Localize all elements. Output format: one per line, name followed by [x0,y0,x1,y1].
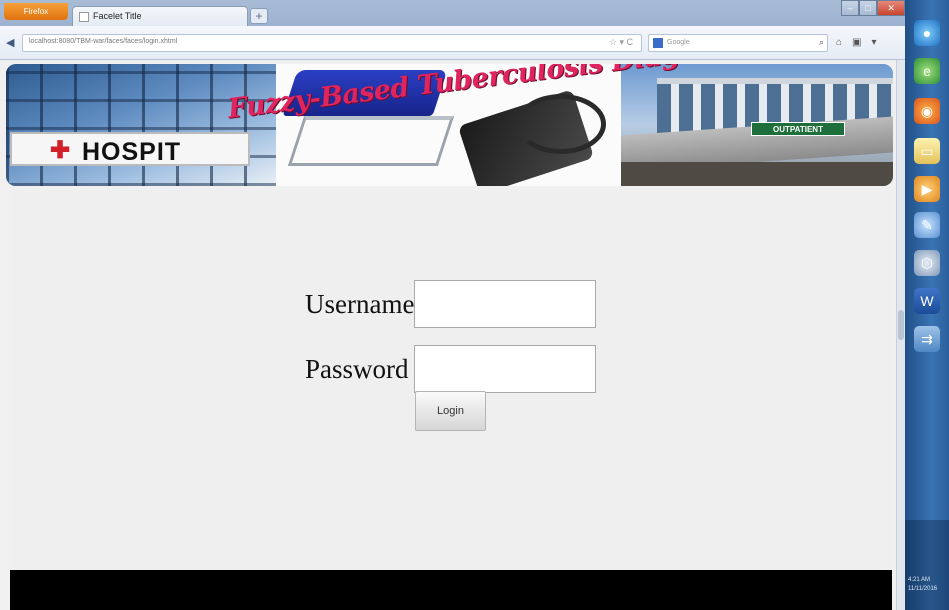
login-button[interactable]: Login [415,391,486,431]
vertical-scrollbar[interactable] [896,60,905,610]
search-placeholder: Google [667,39,690,46]
bookmarks-icon[interactable]: ▣ [852,37,861,48]
firefox-menu-button[interactable]: Firefox [4,3,68,20]
windows-taskbar: ● e ◉ ▭ ▶ ✎ ⬡ W ⇉ 4:21 AM 11/11/2016 [905,0,949,610]
hospital-sign: ✚ HOSPIT [10,132,250,166]
toolbar-icons: ⌂ ▣ ▾ [836,37,877,48]
word-icon[interactable]: W [914,288,940,314]
media-player-icon[interactable]: ▶ [914,176,940,202]
browser-window: Firefox Facelet Title + – □ ✕ ◀ localhos… [0,0,905,610]
header-banner: ✚ HOSPIT OUTPATIENT Fuzzy-Based Tubercul… [6,64,893,186]
bookmark-star-icon[interactable]: ☆ ▾ C [609,37,633,48]
close-button[interactable]: ✕ [877,0,905,16]
clock[interactable]: 4:21 AM 11/11/2016 [908,576,937,594]
web-page: ✚ HOSPIT OUTPATIENT Fuzzy-Based Tubercul… [0,60,905,610]
ie-icon[interactable]: e [914,58,940,84]
paint-icon[interactable]: ✎ [914,212,940,238]
back-arrow-icon[interactable]: ◀ [6,36,14,49]
red-cross-icon: ✚ [50,137,71,164]
password-row: Password [305,345,596,393]
folder-icon[interactable]: ▭ [914,138,940,164]
chrome-icon[interactable]: ● [914,20,940,46]
page-footer [10,570,892,610]
url-text: localhost:8080/TBM-war/faces/faces/login… [29,38,178,45]
search-engine-icon[interactable] [653,38,663,48]
tab-facelet-title[interactable]: Facelet Title [72,6,248,26]
netbeans-icon[interactable]: ⬡ [914,250,940,276]
new-tab-button[interactable]: + [250,8,268,24]
login-panel: Username Password Login [10,190,892,570]
search-bar[interactable]: Google ⌕ [648,34,828,52]
maximize-button[interactable]: □ [859,0,878,16]
tab-title: Facelet Title [93,11,142,21]
address-bar[interactable]: localhost:8080/TBM-war/faces/faces/login… [22,34,642,52]
hospital-sign-text: HOSPIT [82,138,182,166]
navigation-bar: ◀ localhost:8080/TBM-war/faces/faces/log… [0,26,905,60]
page-icon [79,12,89,22]
minimize-button[interactable]: – [841,0,860,16]
firefox-icon[interactable]: ◉ [914,98,940,124]
remote-desktop-icon[interactable]: ⇉ [914,326,940,352]
clock-time: 4:21 AM [908,577,931,583]
scrollbar-thumb[interactable] [898,310,904,340]
username-row: Username [305,280,597,328]
password-label: Password [305,353,409,384]
menu-icon[interactable]: ▾ [872,37,877,48]
system-tray: 4:21 AM 11/11/2016 [905,520,949,610]
tab-strip: Firefox Facelet Title + – □ ✕ [0,0,905,26]
search-icon[interactable]: ⌕ [819,37,824,48]
outpatient-sign: OUTPATIENT [751,122,845,136]
username-label: Username [305,288,415,319]
outpatient-building-image: OUTPATIENT [621,64,893,186]
hospital-building-image: ✚ HOSPIT [6,64,276,186]
stethoscope-image [516,94,606,154]
password-input[interactable] [413,345,596,393]
home-icon[interactable]: ⌂ [836,37,842,48]
username-input[interactable] [414,280,597,328]
clock-date: 11/11/2016 [908,586,938,592]
window-controls: – □ ✕ [841,0,905,16]
